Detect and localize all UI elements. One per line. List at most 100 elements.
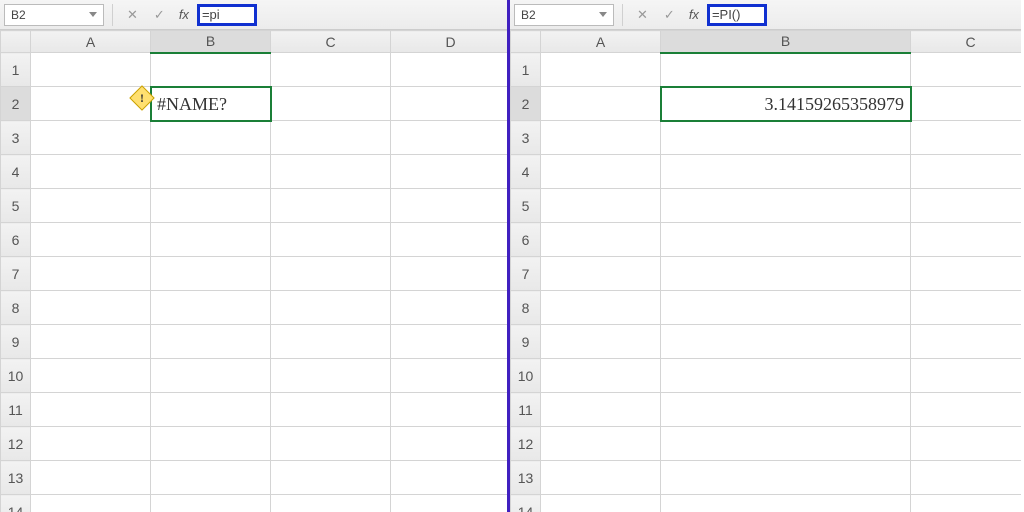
cell-B2[interactable]: 3.14159265358979: [661, 87, 911, 121]
row-header-14[interactable]: 14: [511, 495, 541, 512]
cell-D7[interactable]: [391, 257, 508, 291]
row-header-9[interactable]: 9: [1, 325, 31, 359]
cancel-icon[interactable]: ✕: [121, 7, 144, 23]
row-header-6[interactable]: 6: [511, 223, 541, 257]
fx-icon[interactable]: fx: [685, 7, 703, 22]
row-header-6[interactable]: 6: [1, 223, 31, 257]
cell-C2[interactable]: [271, 87, 391, 121]
chevron-down-icon[interactable]: [599, 12, 607, 17]
cell-D5[interactable]: [391, 189, 508, 223]
column-header-A[interactable]: A: [31, 31, 151, 53]
cell-C13[interactable]: [271, 461, 391, 495]
select-all-corner[interactable]: [1, 31, 31, 53]
column-header-B[interactable]: B: [151, 31, 271, 53]
accept-icon[interactable]: ✓: [148, 7, 171, 23]
cell-A7[interactable]: [31, 257, 151, 291]
cell-B7[interactable]: [151, 257, 271, 291]
column-header-D[interactable]: D: [391, 31, 508, 53]
cell-A4[interactable]: [541, 155, 661, 189]
cell-B6[interactable]: [151, 223, 271, 257]
row-header-2[interactable]: 2: [511, 87, 541, 121]
cell-B8[interactable]: [151, 291, 271, 325]
row-header-5[interactable]: 5: [1, 189, 31, 223]
cell-B12[interactable]: [151, 427, 271, 461]
cell-C10[interactable]: [271, 359, 391, 393]
row-header-12[interactable]: 12: [511, 427, 541, 461]
cell-A10[interactable]: [541, 359, 661, 393]
cell-A9[interactable]: [541, 325, 661, 359]
cell-B10[interactable]: [661, 359, 911, 393]
cell-C12[interactable]: [911, 427, 1022, 461]
chevron-down-icon[interactable]: [89, 12, 97, 17]
row-header-10[interactable]: 10: [511, 359, 541, 393]
cell-A11[interactable]: [541, 393, 661, 427]
row-header-4[interactable]: 4: [1, 155, 31, 189]
cell-D8[interactable]: [391, 291, 508, 325]
cell-B5[interactable]: [661, 189, 911, 223]
row-header-10[interactable]: 10: [1, 359, 31, 393]
cell-A14[interactable]: [31, 495, 151, 512]
row-header-5[interactable]: 5: [511, 189, 541, 223]
cell-B3[interactable]: [151, 121, 271, 155]
cell-A1[interactable]: [541, 53, 661, 87]
cell-A9[interactable]: [31, 325, 151, 359]
cell-C7[interactable]: [271, 257, 391, 291]
column-header-B[interactable]: B: [661, 31, 911, 53]
cell-C6[interactable]: [271, 223, 391, 257]
cell-C13[interactable]: [911, 461, 1022, 495]
cell-B13[interactable]: [661, 461, 911, 495]
row-header-8[interactable]: 8: [1, 291, 31, 325]
cell-C8[interactable]: [271, 291, 391, 325]
row-header-8[interactable]: 8: [511, 291, 541, 325]
cell-B13[interactable]: [151, 461, 271, 495]
formula-input[interactable]: =PI(): [707, 4, 767, 26]
row-header-9[interactable]: 9: [511, 325, 541, 359]
spreadsheet-grid[interactable]: ABCD12#NAME?!34567891011121314: [0, 30, 507, 512]
cell-B11[interactable]: [151, 393, 271, 427]
cell-B5[interactable]: [151, 189, 271, 223]
cell-D11[interactable]: [391, 393, 508, 427]
cell-D13[interactable]: [391, 461, 508, 495]
cell-D2[interactable]: [391, 87, 508, 121]
cell-C9[interactable]: [271, 325, 391, 359]
cell-B9[interactable]: [661, 325, 911, 359]
cell-C3[interactable]: [911, 121, 1022, 155]
row-header-11[interactable]: 11: [511, 393, 541, 427]
cell-B1[interactable]: [661, 53, 911, 87]
cell-B4[interactable]: [661, 155, 911, 189]
cell-B12[interactable]: [661, 427, 911, 461]
cell-D6[interactable]: [391, 223, 508, 257]
cell-D1[interactable]: [391, 53, 508, 87]
cell-C6[interactable]: [911, 223, 1022, 257]
cell-C1[interactable]: [271, 53, 391, 87]
cell-D4[interactable]: [391, 155, 508, 189]
cell-B6[interactable]: [661, 223, 911, 257]
cell-D9[interactable]: [391, 325, 508, 359]
cell-C4[interactable]: [911, 155, 1022, 189]
formula-input[interactable]: =pi: [197, 4, 257, 26]
row-header-4[interactable]: 4: [511, 155, 541, 189]
row-header-7[interactable]: 7: [511, 257, 541, 291]
cell-C4[interactable]: [271, 155, 391, 189]
cell-C10[interactable]: [911, 359, 1022, 393]
cell-B2[interactable]: #NAME?!: [151, 87, 271, 121]
row-header-13[interactable]: 13: [1, 461, 31, 495]
cell-A8[interactable]: [31, 291, 151, 325]
cell-A14[interactable]: [541, 495, 661, 512]
cell-A8[interactable]: [541, 291, 661, 325]
cell-D14[interactable]: [391, 495, 508, 512]
fx-icon[interactable]: fx: [175, 7, 193, 22]
cell-A12[interactable]: [31, 427, 151, 461]
column-header-A[interactable]: A: [541, 31, 661, 53]
cell-C3[interactable]: [271, 121, 391, 155]
cell-C5[interactable]: [271, 189, 391, 223]
cell-C12[interactable]: [271, 427, 391, 461]
select-all-corner[interactable]: [511, 31, 541, 53]
cell-C11[interactable]: [271, 393, 391, 427]
cell-A6[interactable]: [31, 223, 151, 257]
row-header-1[interactable]: 1: [1, 53, 31, 87]
accept-icon[interactable]: ✓: [658, 7, 681, 23]
cell-A1[interactable]: [31, 53, 151, 87]
cell-A5[interactable]: [541, 189, 661, 223]
cell-A12[interactable]: [541, 427, 661, 461]
